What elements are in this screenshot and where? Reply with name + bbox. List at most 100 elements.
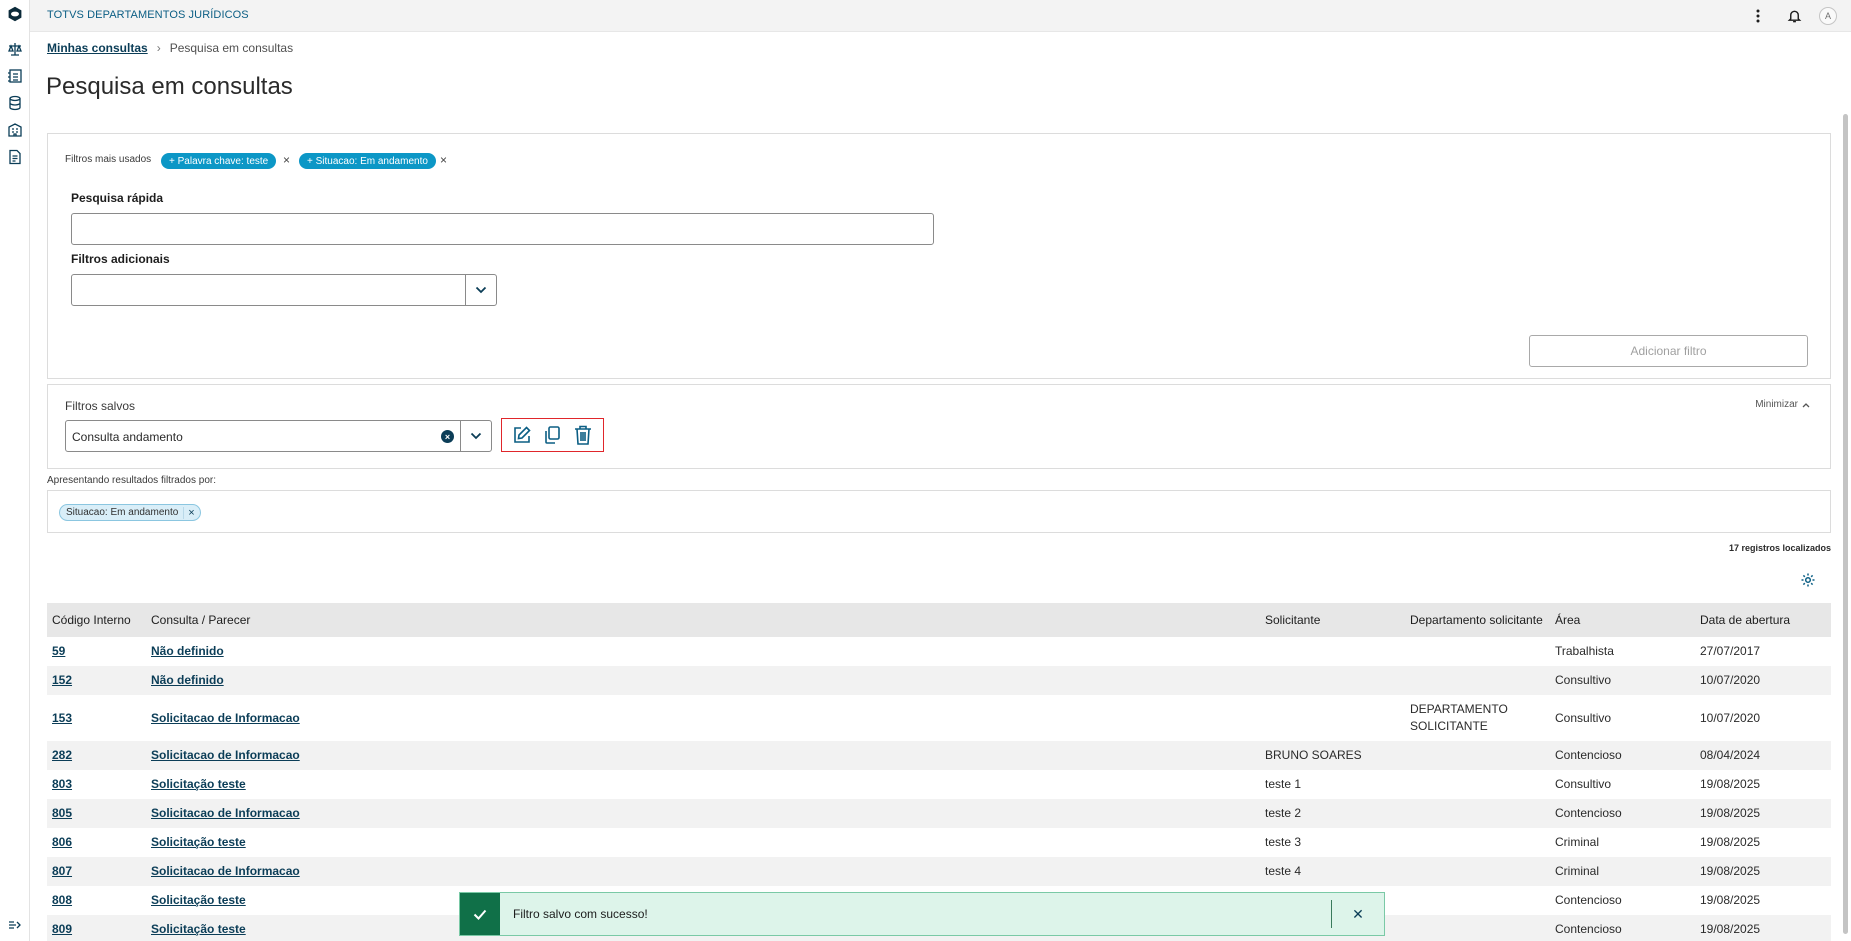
row-subject-link[interactable]: Solicitacao de Informacao (151, 748, 300, 762)
filter-chip-status[interactable]: + Situacao: Em andamento (299, 153, 436, 169)
clear-icon[interactable]: × (441, 430, 454, 443)
row-area: Criminal (1555, 835, 1600, 849)
row-area: Contencioso (1550, 741, 1695, 770)
row-subject-link[interactable]: Solicitacao de Informacao (151, 711, 300, 725)
minimize-label: Minimizar (1755, 399, 1798, 410)
document-icon[interactable] (5, 147, 25, 167)
breadcrumb-separator: › (156, 41, 161, 55)
row-requester: teste 1 (1265, 777, 1302, 791)
row-code-link[interactable]: 809 (52, 922, 72, 936)
row-area: Consultivo (1555, 710, 1612, 725)
filter-chip-status-close-icon[interactable]: × (440, 153, 447, 167)
applied-filter-chip[interactable]: Situacao: Em andamento × (59, 504, 201, 521)
row-department (1405, 637, 1550, 666)
trash-icon[interactable] (572, 424, 594, 446)
check-icon (460, 893, 500, 935)
quick-search-label: Pesquisa rápida (71, 191, 164, 205)
row-code-link[interactable]: 282 (52, 748, 72, 762)
row-department (1405, 741, 1550, 770)
filter-chip-keyword[interactable]: + Palavra chave: teste (161, 153, 277, 169)
row-code-link[interactable]: 808 (52, 893, 72, 907)
table-row[interactable]: 152 Não definido Consultivo 10/07/2020 (47, 666, 1831, 695)
row-department (1405, 828, 1550, 857)
table-row[interactable]: 807 Solicitacao de Informacao teste 4 Cr… (47, 857, 1831, 886)
row-department (1405, 799, 1550, 828)
copy-icon[interactable] (541, 424, 563, 446)
results-table: Código Interno Consulta / Parecer Solici… (47, 603, 1831, 941)
row-code-link[interactable]: 803 (52, 777, 72, 791)
column-header[interactable]: Data de abertura (1695, 603, 1831, 637)
row-date: 19/08/2025 (1695, 799, 1831, 828)
row-subject-link[interactable]: Solicitacao de Informacao (151, 864, 300, 878)
row-code-link[interactable]: 153 (52, 711, 72, 725)
breadcrumb-root[interactable]: Minhas consultas (47, 41, 148, 55)
edit-icon[interactable] (511, 424, 533, 446)
report-icon[interactable] (5, 66, 25, 86)
table-row[interactable]: 153 Solicitacao de Informacao DEPARTAMEN… (47, 695, 1831, 741)
saved-filters-panel: Filtros salvos Minimizar Consulta andame… (47, 384, 1831, 469)
row-area: Consultivo (1550, 666, 1695, 695)
row-area: Contencioso (1550, 799, 1695, 828)
saved-filter-value: Consulta andamento (72, 430, 183, 444)
gear-icon[interactable] (1800, 572, 1818, 590)
saved-filter-select[interactable]: Consulta andamento × (65, 420, 492, 452)
row-code-link[interactable]: 805 (52, 806, 72, 820)
page-title: Pesquisa em consultas (46, 73, 293, 100)
column-header[interactable]: Solicitante (1260, 603, 1405, 637)
row-department (1405, 886, 1550, 915)
column-header[interactable]: Consulta / Parecer (146, 603, 1260, 637)
row-date: 08/04/2024 (1695, 741, 1831, 770)
row-department: DEPARTAMENTO SOLICITANTE (1410, 702, 1508, 733)
app-title: TOTVS DEPARTAMENTOS JURÍDICOS (47, 9, 249, 21)
table-row[interactable]: 282 Solicitacao de Informacao BRUNO SOAR… (47, 741, 1831, 770)
row-date: 19/08/2025 (1695, 915, 1831, 941)
row-subject-link[interactable]: Não definido (151, 673, 224, 687)
chevron-down-icon[interactable] (465, 275, 496, 305)
close-icon[interactable]: ✕ (1332, 906, 1384, 923)
column-header[interactable]: Departamento solicitante (1405, 603, 1550, 637)
applied-filter-chip-label: Situacao: Em andamento (66, 507, 179, 518)
building-icon[interactable] (5, 120, 25, 140)
additional-filters-select[interactable] (71, 274, 497, 306)
logo-icon[interactable] (5, 4, 25, 24)
row-code-link[interactable]: 59 (52, 644, 65, 658)
quick-search-input[interactable] (71, 213, 934, 245)
table-row[interactable]: 805 Solicitacao de Informacao teste 2 Co… (47, 799, 1831, 828)
page-scrollbar[interactable] (1840, 32, 1851, 941)
close-icon[interactable]: × (183, 506, 195, 519)
scrollbar-thumb[interactable] (1843, 114, 1848, 934)
add-filter-button[interactable]: Adicionar filtro (1529, 335, 1808, 367)
database-icon[interactable] (5, 93, 25, 113)
row-code-link[interactable]: 806 (52, 835, 72, 849)
row-date: 19/08/2025 (1695, 857, 1831, 886)
table-row[interactable]: 59 Não definido Trabalhista 27/07/2017 (47, 637, 1831, 666)
row-subject-link[interactable]: Solicitação teste (151, 777, 246, 791)
column-header[interactable]: Área (1550, 603, 1695, 637)
row-area: Trabalhista (1555, 644, 1614, 658)
toast-message: Filtro salvo com sucesso! (513, 907, 648, 921)
row-subject-link[interactable]: Solicitação teste (151, 835, 246, 849)
more-vertical-icon[interactable] (1747, 4, 1769, 28)
scales-icon[interactable] (5, 39, 25, 59)
row-requester (1260, 666, 1405, 695)
expand-menu-icon[interactable] (5, 915, 25, 935)
row-subject-link[interactable]: Solicitacao de Informacao (151, 806, 300, 820)
avatar[interactable]: A (1819, 7, 1837, 25)
table-row[interactable]: 806 Solicitação teste teste 3 Criminal 1… (47, 828, 1831, 857)
row-code-link[interactable]: 152 (52, 673, 72, 687)
row-date: 10/07/2020 (1700, 710, 1761, 725)
minimize-button[interactable]: Minimizar (1755, 399, 1810, 410)
row-subject-link[interactable]: Solicitação teste (151, 893, 246, 907)
chevron-down-icon[interactable] (460, 421, 491, 451)
row-requester (1260, 637, 1405, 666)
additional-filters-label: Filtros adicionais (71, 252, 170, 266)
filter-chip-keyword-close-icon[interactable]: × (283, 153, 290, 167)
bell-icon[interactable] (1783, 4, 1805, 28)
table-row[interactable]: 803 Solicitação teste teste 1 Consultivo… (47, 770, 1831, 799)
row-department (1405, 666, 1550, 695)
column-header[interactable]: Código Interno (47, 603, 146, 637)
row-subject-link[interactable]: Não definido (151, 644, 224, 658)
row-subject-link[interactable]: Solicitação teste (151, 922, 246, 936)
row-code-link[interactable]: 807 (52, 864, 72, 878)
row-date: 10/07/2020 (1695, 666, 1831, 695)
